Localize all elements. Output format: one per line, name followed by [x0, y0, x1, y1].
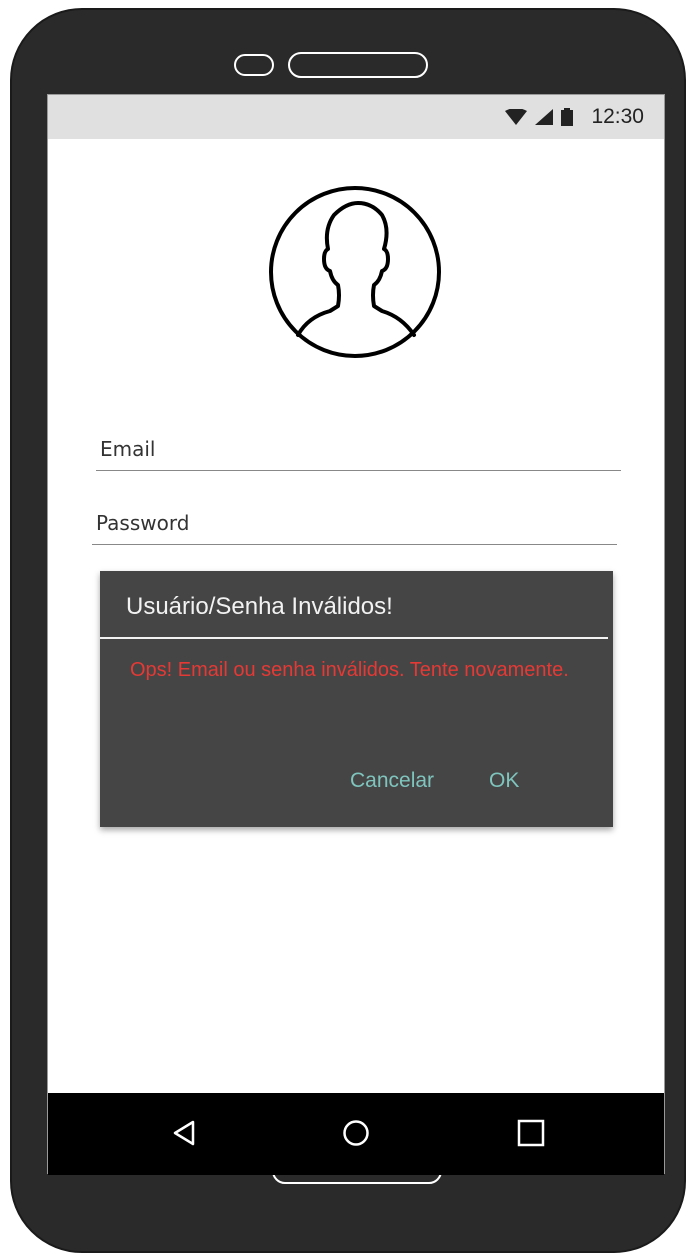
dialog-actions: Cancelar OK	[350, 769, 519, 793]
back-button[interactable]	[166, 1115, 202, 1151]
email-placeholder: Email	[100, 436, 156, 461]
signal-icon	[535, 109, 554, 125]
dialog-title: Usuário/Senha Inválidos!	[126, 593, 393, 620]
battery-icon	[561, 108, 574, 126]
home-icon	[343, 1120, 369, 1146]
status-time: 12:30	[591, 105, 644, 128]
user-silhouette-icon	[269, 186, 441, 358]
device-screen: 12:30 Email Password Usuário/Senha Invál…	[47, 94, 665, 1175]
cancel-button[interactable]: Cancelar	[350, 769, 434, 793]
error-dialog: Usuário/Senha Inválidos! Ops! Email ou s…	[100, 571, 613, 827]
home-button[interactable]	[338, 1115, 374, 1151]
earpiece-speaker	[288, 52, 428, 78]
recents-icon	[517, 1119, 545, 1147]
navigation-bar	[48, 1093, 664, 1175]
password-field[interactable]: Password	[92, 501, 617, 545]
back-icon	[173, 1120, 195, 1146]
wifi-icon	[505, 109, 528, 125]
status-bar: 12:30	[48, 95, 664, 139]
front-camera	[234, 54, 274, 76]
recents-button[interactable]	[513, 1115, 549, 1151]
email-field[interactable]: Email	[96, 427, 621, 471]
dialog-message: Ops! Email ou senha inválidos. Tente nov…	[130, 659, 569, 681]
password-placeholder: Password	[96, 510, 190, 535]
ok-button[interactable]: OK	[489, 769, 519, 793]
dialog-divider	[100, 637, 608, 639]
